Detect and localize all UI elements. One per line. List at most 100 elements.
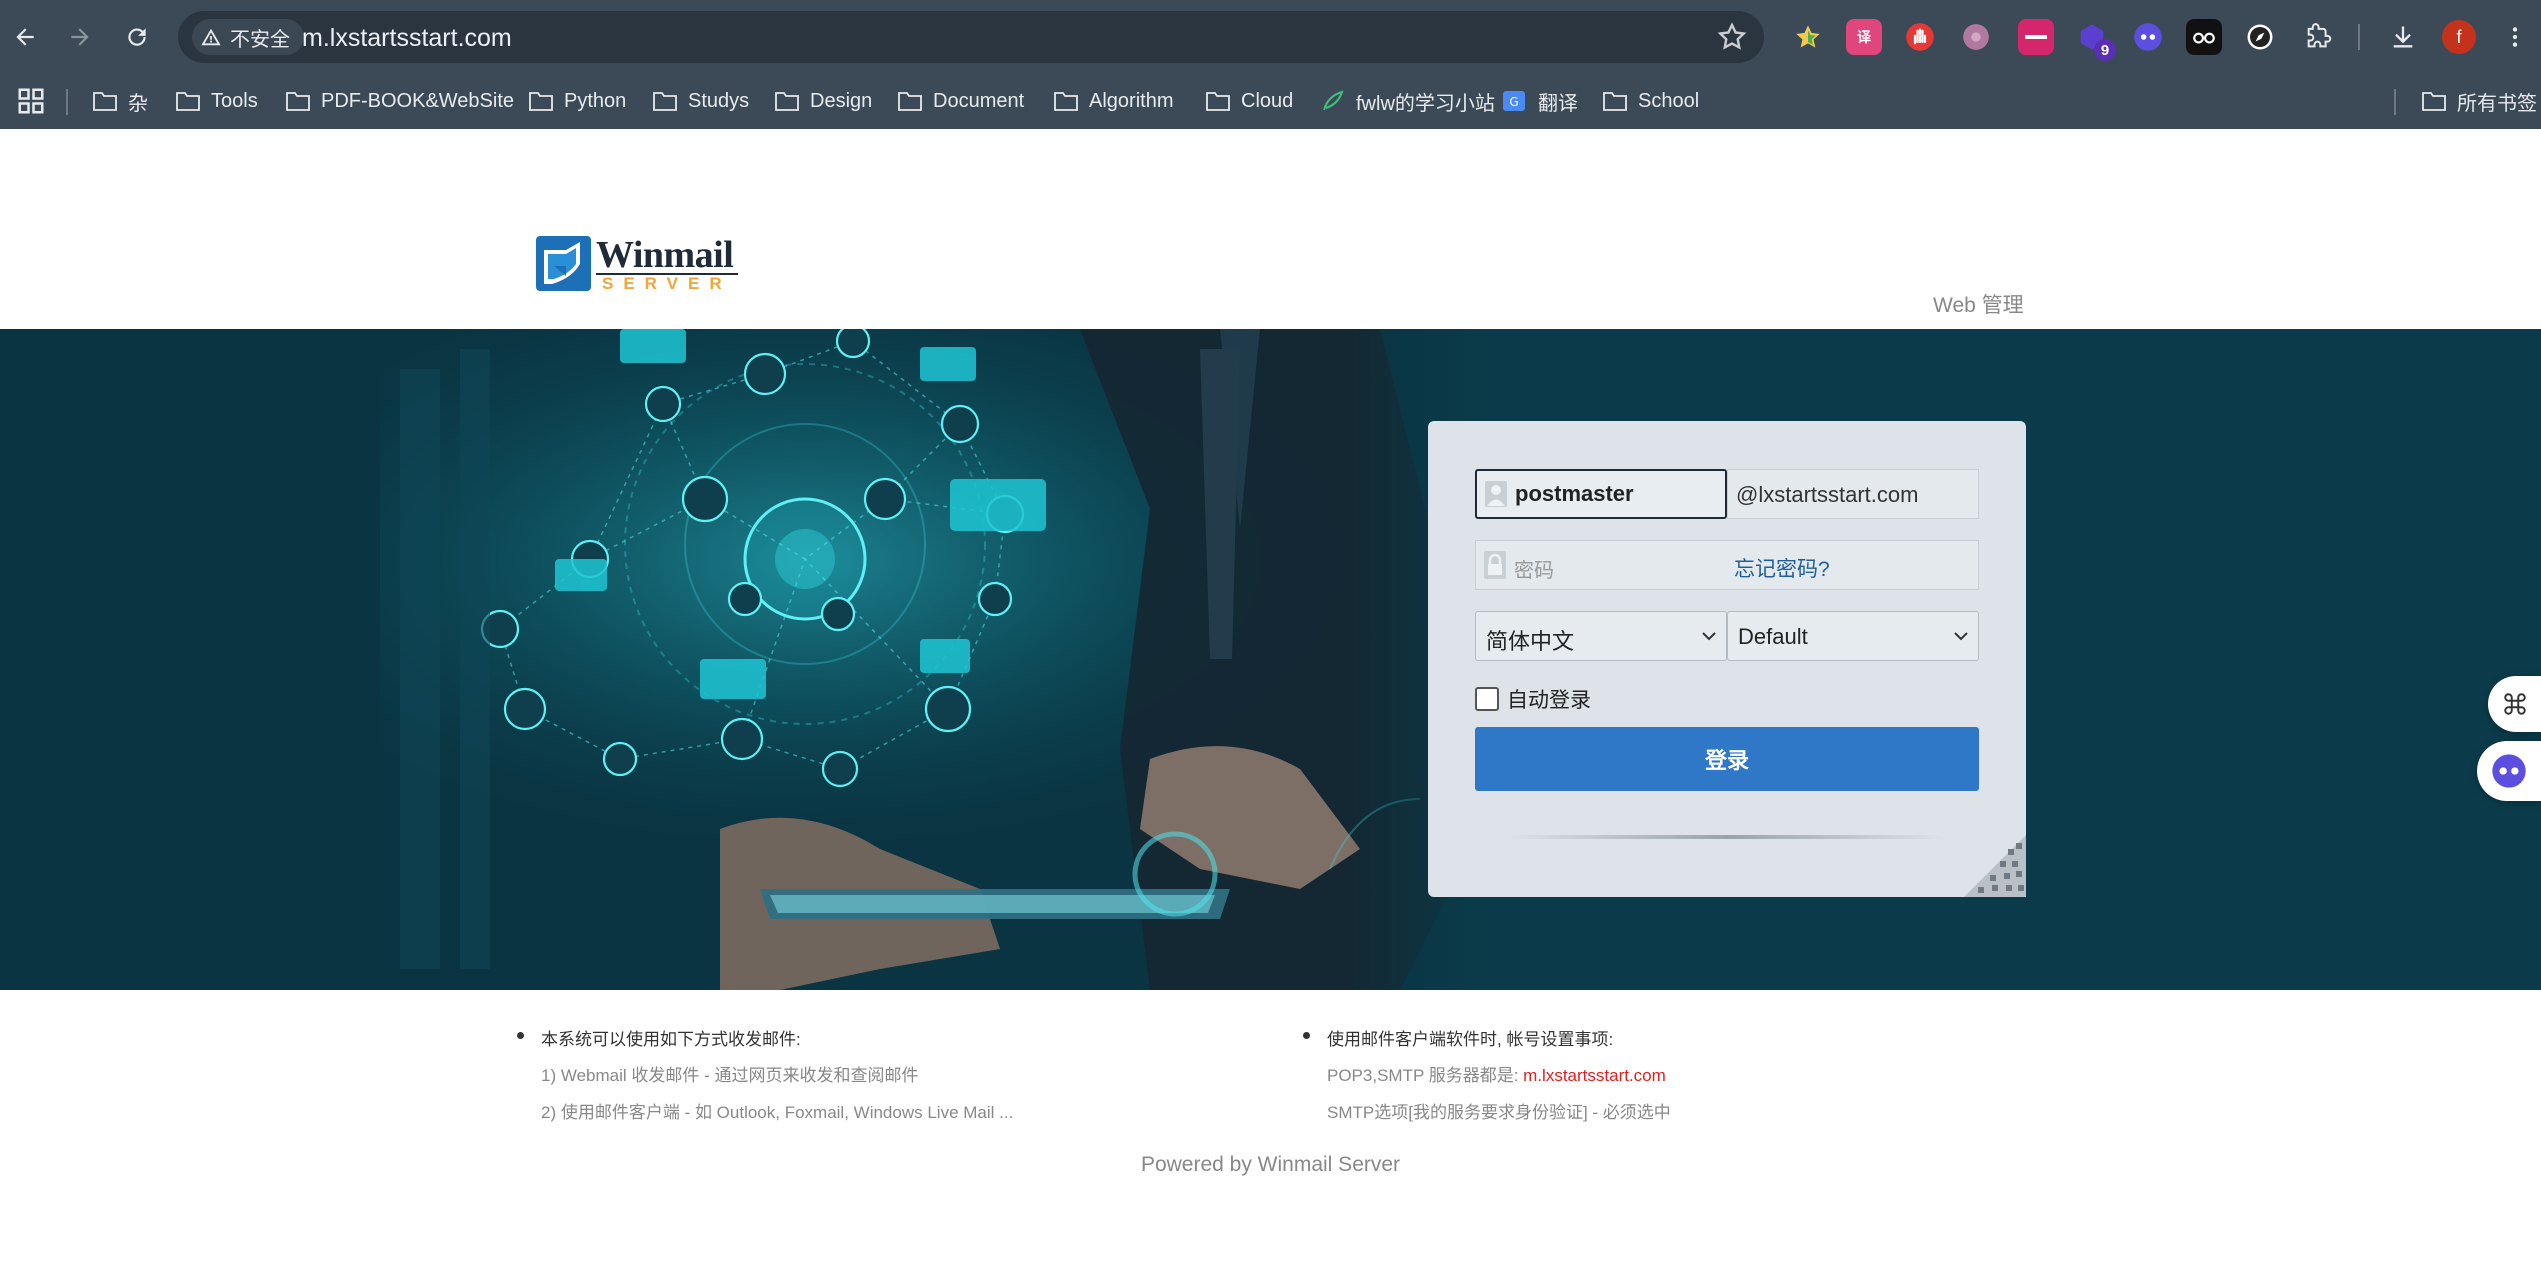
- forgot-password-link[interactable]: 忘记密码?: [1734, 553, 1830, 583]
- browser-chrome: 不安全 m.lxstartsstart.com 译 9 f 杂 Tools PD…: [0, 0, 2541, 129]
- bookmark-separator: [66, 89, 68, 115]
- command-icon: [2503, 693, 2526, 715]
- toolbar-separator: [2358, 24, 2360, 50]
- folder-icon: [1206, 92, 1230, 111]
- server-info-line: POP3,SMTP 服务器都是: m.lxstartsstart.com: [1303, 1061, 1863, 1098]
- language-select[interactable]: 简体中文: [1475, 611, 1727, 661]
- bookmark-item[interactable]: Cloud: [1205, 84, 1293, 118]
- skin-select[interactable]: Default: [1727, 611, 1979, 661]
- login-form-card: postmaster @lxstartsstart.com 密码 忘记密码? 简…: [1428, 421, 2026, 897]
- bookmark-star-icon[interactable]: [1716, 21, 1748, 53]
- extension-glasses-icon[interactable]: [2186, 19, 2222, 55]
- extension-pink-bar-icon[interactable]: [2018, 19, 2054, 55]
- left-info-line-2: 2) 使用邮件客户端 - 如 Outlook, Foxmail, Windows…: [541, 1103, 1014, 1122]
- server-host: m.lxstartsstart.com: [1523, 1066, 1666, 1085]
- webmail-page: Winmail SERVER Web 管理 postmaster @lxstar…: [0, 129, 2541, 1264]
- folder-icon: [653, 92, 677, 111]
- lock-icon: [1484, 551, 1506, 579]
- apps-grid-icon[interactable]: [16, 86, 46, 116]
- winmail-logo[interactable]: Winmail SERVER: [536, 233, 746, 293]
- folder-icon: [176, 92, 200, 111]
- usage-info-right: 使用邮件客户端软件时, 帐号设置事项: POP3,SMTP 服务器都是: m.l…: [1303, 1025, 1863, 1135]
- bookmark-item[interactable]: Tools: [175, 84, 258, 118]
- bookmark-item[interactable]: fwlw的学习小站: [1320, 84, 1495, 118]
- logo-wordmark: Winmail: [596, 234, 734, 276]
- security-chip[interactable]: 不安全: [192, 19, 304, 55]
- bookmark-label: 杂: [128, 92, 148, 115]
- username-input[interactable]: postmaster: [1475, 469, 1727, 519]
- left-info-heading: 本系统可以使用如下方式收发邮件:: [517, 1025, 1077, 1061]
- extension-translate-icon[interactable]: 译: [1846, 19, 1882, 55]
- address-bar[interactable]: 不安全 m.lxstartsstart.com: [178, 11, 1764, 63]
- extension-cube-icon[interactable]: 9: [2074, 19, 2116, 61]
- card-divider: [1508, 835, 1946, 839]
- folder-icon: [898, 92, 922, 111]
- arrow-right-icon: [71, 28, 89, 46]
- bookmark-label: Design: [810, 89, 873, 112]
- language-selected: 简体中文: [1486, 629, 1575, 654]
- chevron-down-icon: [1702, 632, 1716, 641]
- floating-shortcut-button[interactable]: [2488, 676, 2541, 732]
- bookmark-item[interactable]: Document: [897, 84, 1024, 118]
- folder-icon: [1054, 92, 1078, 111]
- bookmark-item[interactable]: Algorithm: [1053, 84, 1173, 118]
- left-info-line-1: 1) Webmail 收发邮件 - 通过网页来收发和查阅邮件: [541, 1066, 919, 1085]
- download-icon[interactable]: [2385, 19, 2421, 55]
- all-bookmarks-label: 所有书签: [2457, 92, 2537, 115]
- security-label: 不安全: [230, 28, 290, 51]
- all-bookmarks-folder[interactable]: 所有书签: [2421, 84, 2537, 118]
- profile-avatar[interactable]: f: [2442, 20, 2476, 54]
- extension-robot-icon[interactable]: [2130, 19, 2166, 55]
- chevron-down-icon: [1954, 632, 1968, 641]
- page-header: Winmail SERVER Web 管理: [0, 129, 2541, 329]
- extension-star-icon[interactable]: [1790, 19, 1826, 55]
- password-input[interactable]: 密码 忘记密码?: [1475, 540, 1979, 590]
- reload-icon: [128, 28, 146, 46]
- forward-button[interactable]: [58, 15, 102, 59]
- web-admin-link[interactable]: Web 管理: [1933, 289, 2024, 319]
- bookmark-label: fwlw的学习小站: [1356, 92, 1495, 115]
- usage-info-left: 本系统可以使用如下方式收发邮件: 1) Webmail 收发邮件 - 通过网页来…: [517, 1025, 1077, 1135]
- bookmark-item[interactable]: Design: [774, 84, 872, 118]
- svg-text:G: G: [1509, 95, 1518, 109]
- bookmark-item[interactable]: Python: [528, 84, 626, 118]
- user-icon: [1485, 481, 1507, 507]
- assistant-robot-icon: [2492, 754, 2526, 788]
- folder-icon: [775, 92, 799, 111]
- domain-suffix-text: @lxstartsstart.com: [1736, 482, 1919, 507]
- extension-badge: 9: [2094, 39, 2116, 61]
- right-info-heading: 使用邮件客户端软件时, 帐号设置事项:: [1303, 1025, 1863, 1061]
- url-text[interactable]: m.lxstartsstart.com: [302, 24, 512, 53]
- auto-login-label[interactable]: 自动登录: [1507, 684, 1591, 714]
- domain-suffix-field: @lxstartsstart.com: [1727, 469, 1979, 519]
- extensions-puzzle-icon[interactable]: [2300, 19, 2336, 55]
- bookmark-label: Cloud: [1241, 89, 1294, 112]
- login-button[interactable]: 登录: [1475, 727, 1979, 791]
- bookmark-item[interactable]: 杂: [92, 84, 148, 118]
- smtp-note-line: SMTP选项[我的服务要求身份验证] - 必须选中: [1327, 1103, 1671, 1122]
- floating-assistant-button[interactable]: [2477, 741, 2541, 801]
- password-placeholder: 密码: [1514, 560, 1554, 582]
- bookmark-label: Studys: [688, 89, 750, 112]
- warning-icon: [201, 28, 221, 46]
- back-button[interactable]: [3, 15, 47, 59]
- bookmark-item[interactable]: G 翻译: [1502, 84, 1578, 118]
- bookmark-label: 翻译: [1538, 92, 1578, 115]
- auto-login-checkbox[interactable]: [1475, 687, 1499, 711]
- extension-pink-circle-icon[interactable]: [1958, 19, 1994, 55]
- browser-menu-icon[interactable]: [2500, 20, 2530, 54]
- logo-subtitle: SERVER: [602, 274, 732, 293]
- extension-hand-icon[interactable]: [1902, 19, 1938, 55]
- qr-code-corner-icon[interactable]: [1964, 835, 2026, 897]
- bookmark-item[interactable]: School: [1602, 84, 1699, 118]
- bookmark-label: PDF-BOOK&WebSite: [321, 89, 515, 112]
- folder-icon: [1603, 92, 1627, 111]
- folder-icon: [529, 92, 553, 111]
- folder-icon: [2422, 92, 2446, 111]
- bookmark-item[interactable]: Studys: [652, 84, 749, 118]
- bookmark-label: Algorithm: [1089, 89, 1174, 112]
- extension-compass-icon[interactable]: [2242, 19, 2278, 55]
- bookmark-item[interactable]: PDF-BOOK&WebSite: [285, 84, 514, 118]
- server-prefix: POP3,SMTP 服务器都是:: [1327, 1066, 1524, 1085]
- reload-button[interactable]: [115, 15, 159, 59]
